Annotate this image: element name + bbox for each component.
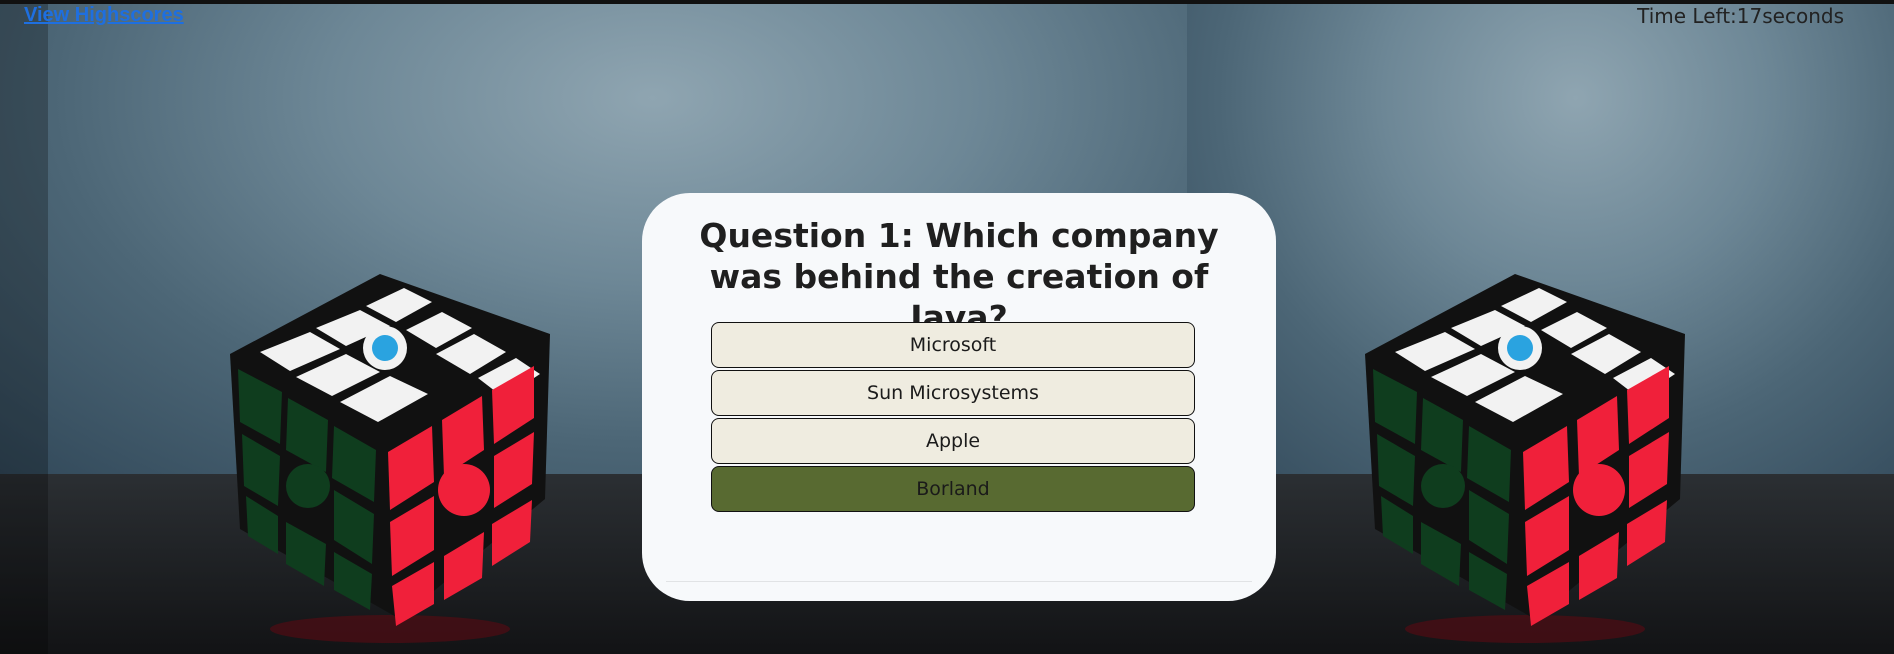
timer: Time Left:17seconds — [1637, 4, 1844, 28]
timer-label: Time Left: — [1637, 4, 1737, 28]
answer-button-sun-microsystems[interactable]: Sun Microsystems — [711, 370, 1195, 416]
view-highscores-link[interactable]: View Highscores — [24, 4, 184, 27]
rubiks-cube-image-left — [230, 274, 550, 643]
card-divider — [666, 581, 1252, 582]
question-text: Question 1: Which company was behind the… — [699, 216, 1219, 337]
answer-button-apple[interactable]: Apple — [711, 418, 1195, 464]
answer-button-borland[interactable]: Borland — [711, 466, 1195, 512]
timer-unit: seconds — [1762, 4, 1844, 28]
timer-value: 17 — [1736, 4, 1763, 28]
answer-button-microsoft[interactable]: Microsoft — [711, 322, 1195, 368]
answer-list: Microsoft Sun Microsystems Apple Borland — [711, 322, 1195, 514]
rubiks-cube-image-right — [1365, 274, 1685, 643]
quiz-card: Question 1: Which company was behind the… — [642, 193, 1276, 601]
